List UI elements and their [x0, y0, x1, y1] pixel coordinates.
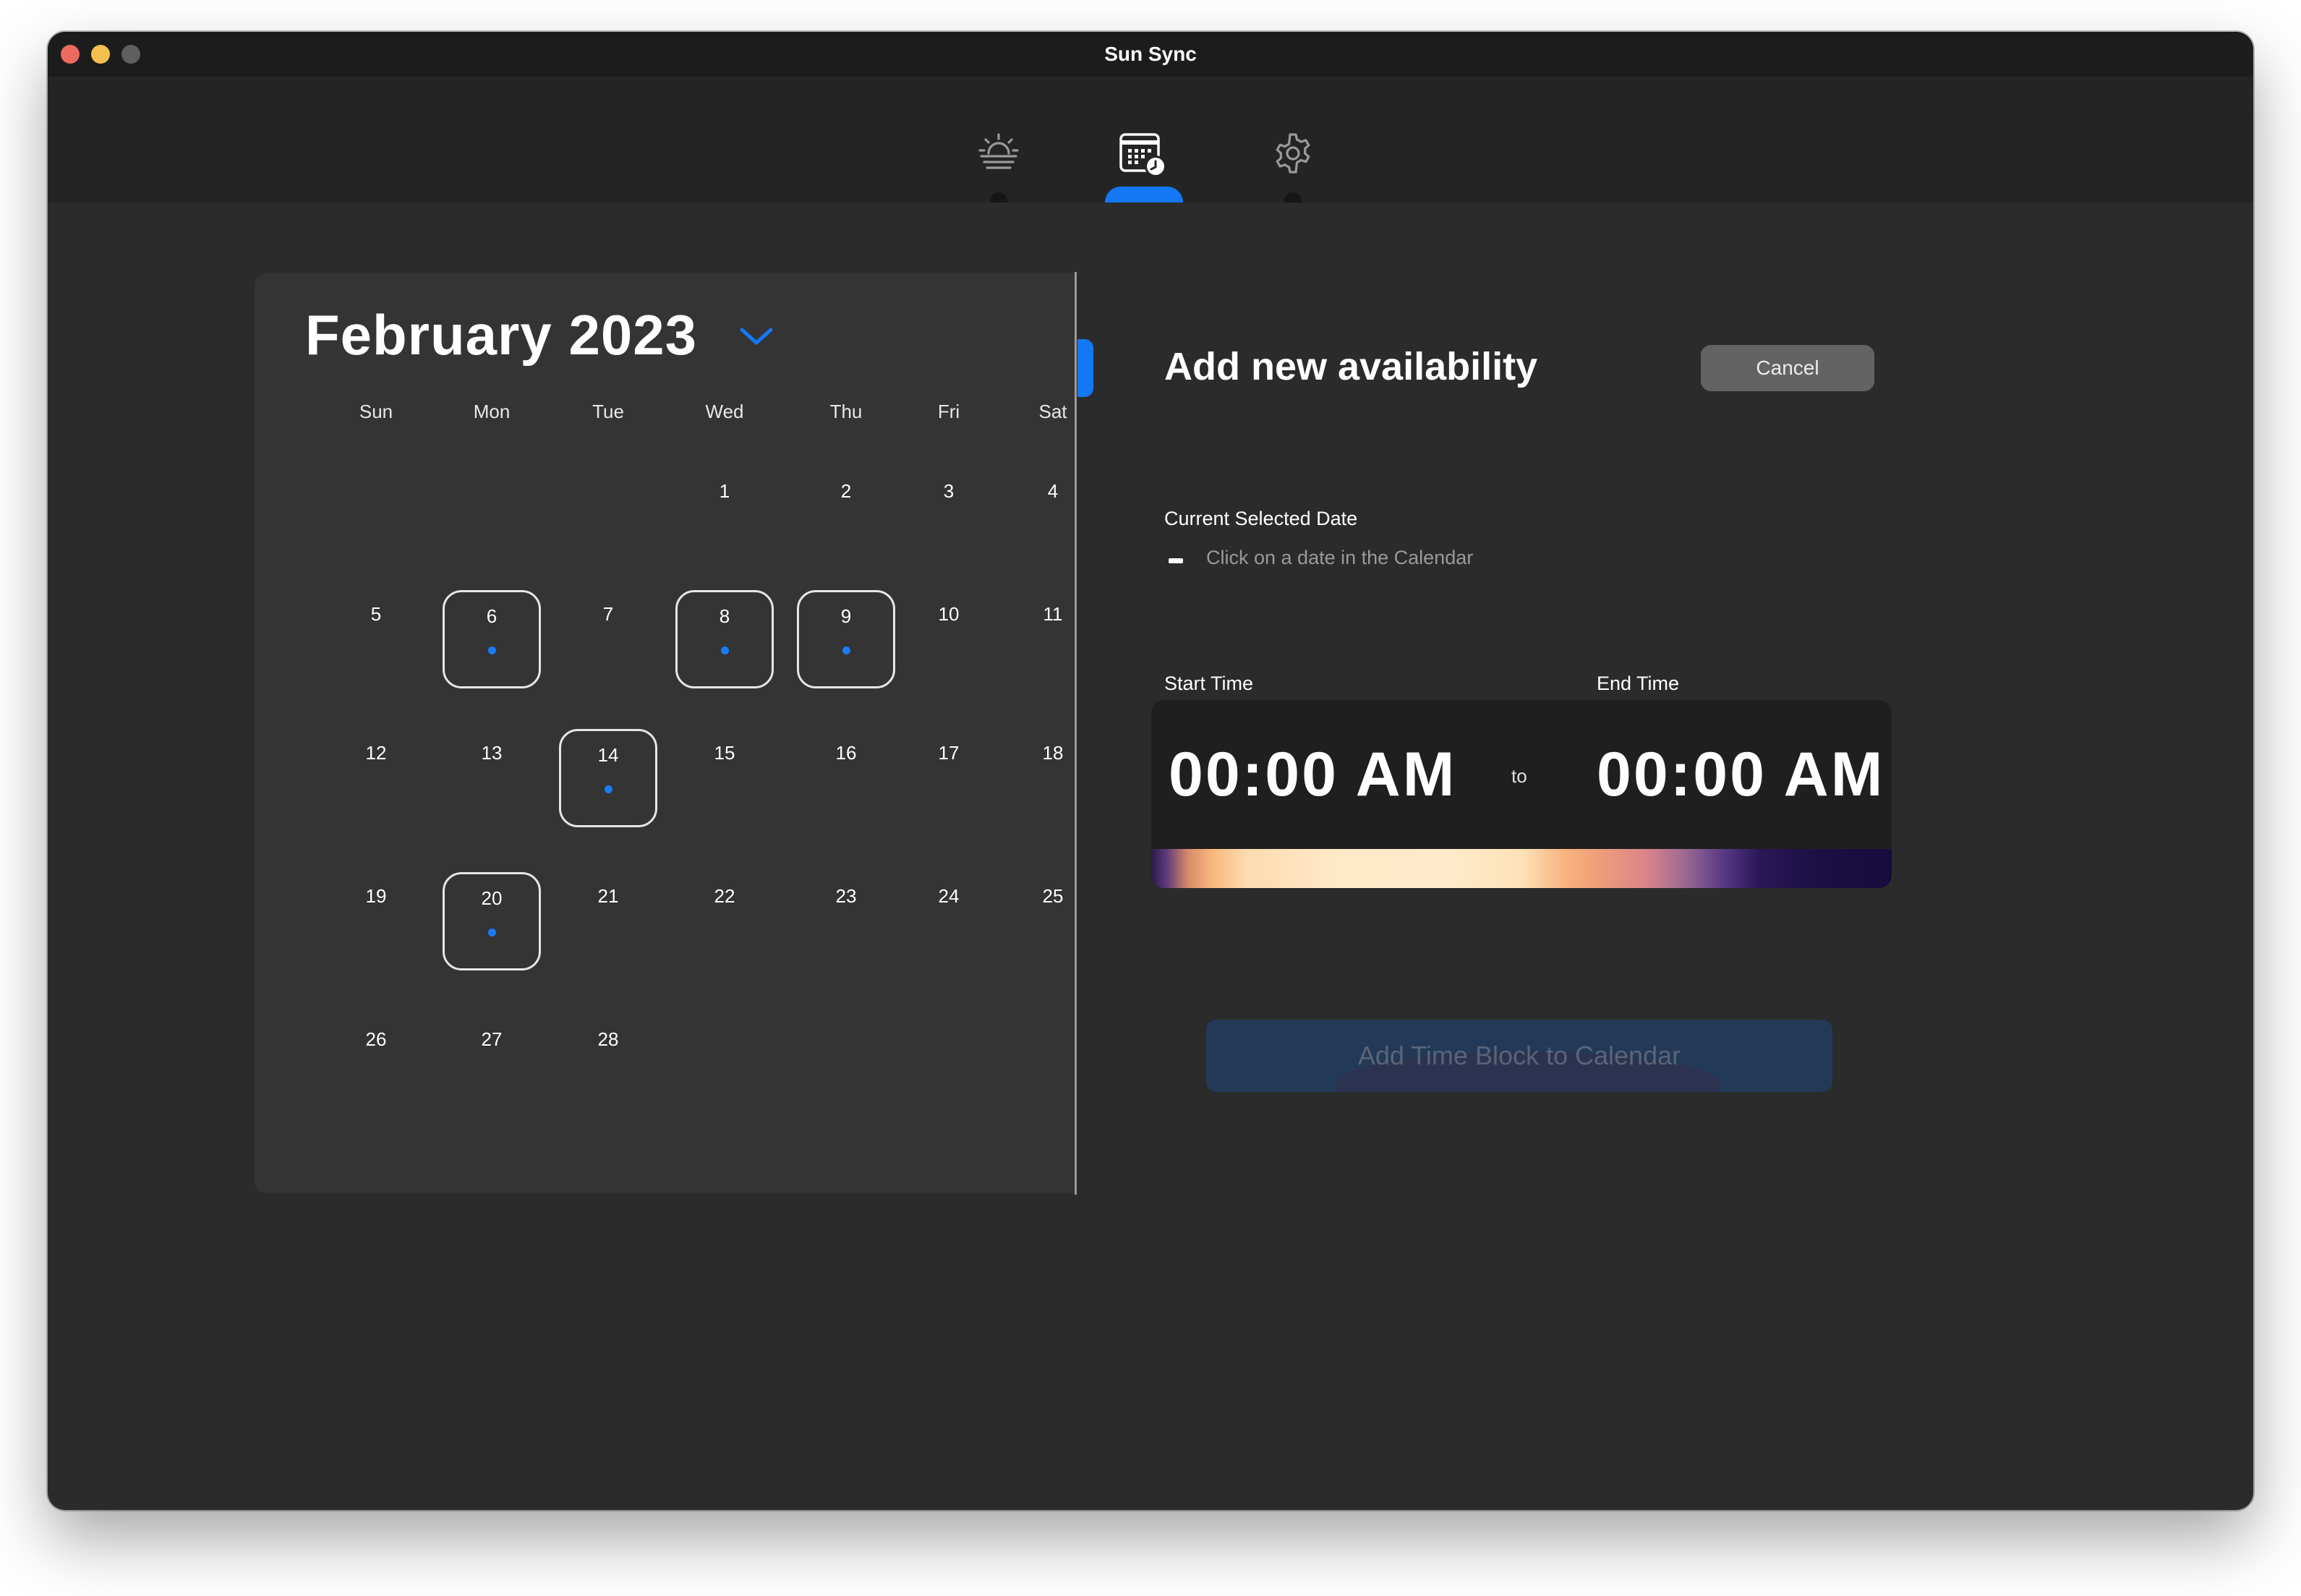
add-time-block-button[interactable]: Add Time Block to Calendar [1206, 1020, 1832, 1092]
calendar-day-number: 6 [486, 605, 498, 627]
calendar-day[interactable]: 9 [797, 590, 895, 688]
selected-date-hint: Click on a date in the Calendar [1206, 547, 1474, 568]
calendar-day[interactable]: 19 [327, 872, 425, 970]
calendar-day-number: 14 [597, 744, 619, 766]
calendar-day[interactable]: 18 [1004, 729, 1102, 827]
calendar-day[interactable]: 3 [900, 467, 998, 566]
form-accent-marker [1077, 339, 1093, 397]
calendar-day[interactable]: 5 [327, 590, 425, 688]
availability-dot [605, 785, 612, 793]
gear-icon [1276, 133, 1310, 174]
calendar-day[interactable]: 27 [443, 1015, 541, 1114]
calendar-day-number: 13 [481, 742, 503, 764]
calendar-day-number: 16 [835, 742, 857, 764]
weekday-mon: Mon [473, 401, 511, 422]
toolbar [48, 77, 2253, 202]
cancel-button[interactable]: Cancel [1701, 345, 1874, 391]
weekday-wed: Wed [705, 401, 744, 422]
end-time-value[interactable]: 00:00 AM [1597, 739, 1884, 811]
toolbar-sun-tab[interactable] [955, 77, 1042, 202]
end-time-label: End Time [1597, 673, 1680, 694]
calendar-day[interactable]: 16 [797, 729, 895, 827]
calendar-day-number: 2 [840, 480, 852, 502]
toolbar-settings-tab[interactable] [1250, 77, 1336, 202]
calendar-day-number: 26 [365, 1028, 387, 1050]
weekday-sat: Sat [1038, 401, 1067, 422]
weekday-tue: Tue [592, 401, 624, 422]
calendar-day[interactable]: 4 [1004, 467, 1102, 566]
calendar-day[interactable]: 23 [797, 872, 895, 970]
panel-divider [1075, 272, 1077, 1195]
availability-dot [488, 646, 496, 654]
availability-dot [842, 646, 850, 654]
calendar-day-number: 1 [719, 480, 730, 502]
availability-dot [488, 929, 496, 936]
calendar-day[interactable]: 25 [1004, 872, 1102, 970]
calendar-day-number: 25 [1042, 885, 1064, 907]
add-time-block-label: Add Time Block to Calendar [1357, 1041, 1681, 1070]
calendar-day[interactable]: 24 [900, 872, 998, 970]
calendar-day[interactable]: 1 [675, 467, 774, 566]
calendar-day-number: 15 [714, 742, 735, 764]
time-range-separator: to [1511, 765, 1527, 787]
calendar-day-number: 27 [481, 1028, 503, 1050]
calendar-clock-icon [1119, 133, 1166, 177]
calendar-day[interactable]: 2 [797, 467, 895, 566]
calendar-day-number: 17 [938, 742, 960, 764]
calendar-day-number: 12 [365, 742, 387, 764]
calendar-day[interactable]: 6 [443, 590, 541, 688]
calendar-panel: February 2023 Sun Mon Tue Wed Thu Fri Sat 1234… [255, 273, 1076, 1193]
title-bar: Sun Sync [48, 32, 2253, 77]
calendar-day[interactable]: 13 [443, 729, 541, 827]
calendar-day[interactable]: 17 [900, 729, 998, 827]
calendar-day[interactable]: 15 [675, 729, 774, 827]
calendar-day-number: 5 [370, 603, 382, 625]
daylight-gradient-bar [1151, 849, 1892, 888]
calendar-day[interactable]: 7 [559, 590, 657, 688]
calendar-day-number: 24 [938, 885, 960, 907]
form-heading: Add new availability [1164, 345, 1538, 388]
calendar-day-number: 4 [1047, 480, 1059, 502]
calendar-day[interactable]: 14 [559, 729, 657, 827]
calendar-day-number: 20 [481, 887, 503, 909]
calendar-day[interactable]: 22 [675, 872, 774, 970]
calendar-day[interactable]: 10 [900, 590, 998, 688]
calendar-day[interactable]: 28 [559, 1015, 657, 1114]
calendar-day-number: 22 [714, 885, 735, 907]
calendar-day-number: 9 [840, 605, 852, 627]
calendar-day-number: 28 [597, 1028, 619, 1050]
active-tab-indicator [1105, 187, 1183, 202]
month-title[interactable]: February 2023 [305, 302, 697, 368]
calendar-day-number: 23 [835, 885, 857, 907]
sunrise-icon [978, 133, 1019, 169]
calendar-day-number: 3 [943, 480, 955, 502]
selected-date-label: Current Selected Date [1164, 508, 1358, 529]
calendar-day-number: 7 [602, 603, 614, 625]
window-title: Sun Sync [1104, 43, 1197, 65]
start-time-label: Start Time [1164, 673, 1254, 694]
chevron-down-icon[interactable] [739, 325, 774, 347]
calendar-day[interactable]: 8 [675, 590, 774, 688]
calendar-day-number: 10 [938, 603, 960, 625]
calendar-day[interactable]: 26 [327, 1015, 425, 1114]
calendar-day[interactable]: 11 [1004, 590, 1102, 688]
weekday-sun: Sun [359, 401, 393, 422]
calendar-day[interactable]: 21 [559, 872, 657, 970]
toolbar-schedule-tab[interactable] [1105, 77, 1192, 202]
calendar-day-number: 11 [1043, 603, 1063, 625]
start-time-value[interactable]: 00:00 AM [1169, 739, 1456, 811]
calendar-day-number: 19 [365, 885, 387, 907]
toolbar-tab-notch [990, 192, 1007, 202]
weekday-thu: Thu [829, 401, 863, 422]
calendar-day-number: 21 [597, 885, 619, 907]
calendar-day[interactable]: 20 [443, 872, 541, 970]
toolbar-tab-notch [1284, 192, 1302, 202]
calendar-day-number: 8 [719, 605, 730, 627]
weekday-fri: Fri [937, 401, 960, 422]
calendar-day-number: 18 [1042, 742, 1064, 764]
calendar-day[interactable]: 12 [327, 729, 425, 827]
time-range-picker: 00:00 AM to 00:00 AM [1151, 700, 1892, 888]
availability-dot [721, 646, 729, 654]
selected-date-empty-dash [1169, 558, 1183, 563]
